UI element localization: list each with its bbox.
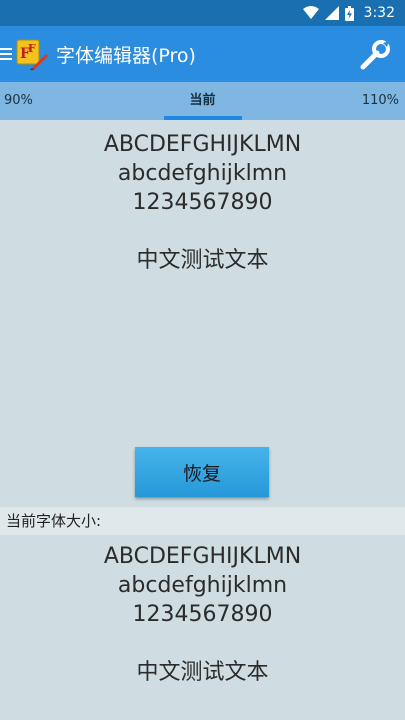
restore-button[interactable]: 恢复 (135, 447, 269, 497)
font-preview: ABCDEFGHIJKLMN abcdefghijklmn 1234567890… (0, 130, 405, 275)
app-logo-icon: F F (16, 38, 48, 70)
current-preview-digits: 1234567890 (132, 602, 273, 627)
current-preview-lowercase: abcdefghijklmn (117, 573, 288, 598)
preview-uppercase: ABCDEFGHIJKLMN (103, 132, 302, 157)
app-bar: F F 字体编辑器(Pro) (0, 26, 405, 82)
tab-110-percent[interactable]: 110% (362, 82, 399, 120)
preview-digits: 1234567890 (132, 190, 273, 215)
current-size-label: 当前字体大小: (0, 507, 405, 535)
svg-text:F: F (28, 42, 36, 55)
current-font-preview: ABCDEFGHIJKLMN abcdefghijklmn 1234567890… (0, 542, 405, 687)
preview-lowercase: abcdefghijklmn (117, 161, 288, 186)
tab-indicator (164, 116, 242, 120)
status-time: 3:32 (363, 5, 395, 21)
tab-bar: 90% 当前 110% (0, 82, 405, 120)
status-bar: 3:32 (0, 0, 405, 26)
app-title: 字体编辑器(Pro) (56, 44, 196, 67)
wrench-icon[interactable] (359, 39, 391, 71)
current-preview-uppercase: ABCDEFGHIJKLMN (103, 544, 302, 569)
tab-current[interactable]: 当前 (0, 82, 405, 120)
preview-chinese: 中文测试文本 (136, 248, 269, 273)
wifi-icon (302, 6, 319, 20)
signal-icon (324, 6, 339, 20)
battery-icon (344, 5, 354, 21)
current-preview-chinese: 中文测试文本 (136, 660, 269, 685)
menu-icon[interactable] (0, 26, 14, 82)
